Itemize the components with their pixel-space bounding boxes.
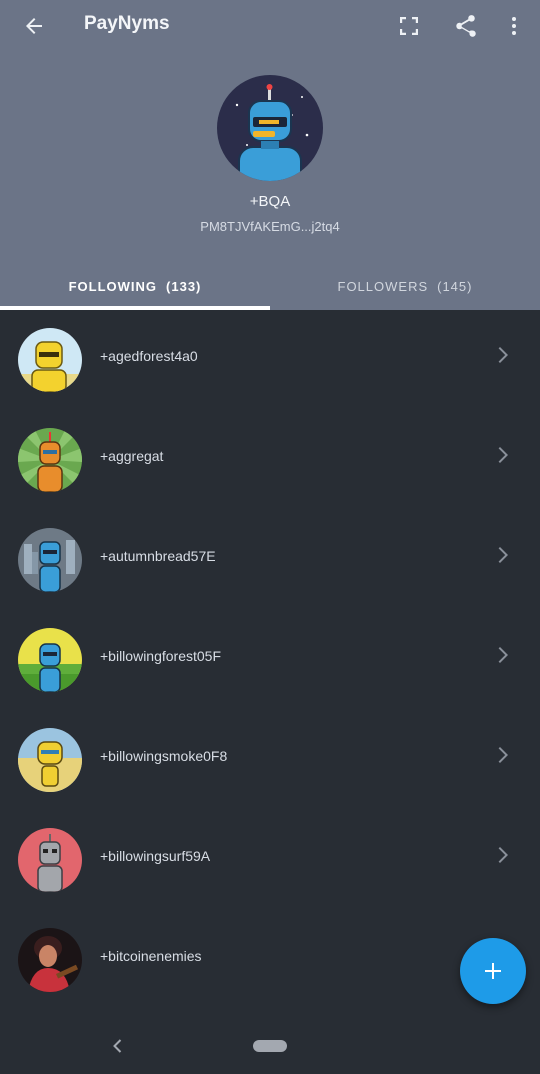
- avatar: [18, 628, 82, 692]
- tab-bar: FOLLOWING (133) FOLLOWERS (145): [0, 262, 540, 310]
- chevron-right-icon: [498, 747, 508, 763]
- fullscreen-icon: [400, 17, 418, 35]
- avatar: [18, 928, 82, 992]
- more-options-button[interactable]: [498, 10, 530, 42]
- paynym-list: +agedforest4a0 +aggregat +autumnbread57E…: [0, 310, 540, 1010]
- payment-code[interactable]: PM8TJVfAKEmG...j2tq4: [0, 219, 540, 234]
- list-item[interactable]: +billowingforest05F: [0, 610, 540, 710]
- chevron-right-icon: [498, 547, 508, 563]
- robot-avatar-icon: [18, 328, 82, 392]
- list-item[interactable]: +aggregat: [0, 410, 540, 510]
- avatar: [18, 328, 82, 392]
- robot-avatar-icon: [18, 528, 82, 592]
- robot-avatar-icon: [18, 728, 82, 792]
- list-item[interactable]: +billowingsmoke0F8: [0, 710, 540, 810]
- paynym-name: +agedforest4a0: [100, 348, 198, 364]
- share-button[interactable]: [449, 10, 481, 42]
- paynym-name: +billowingsmoke0F8: [100, 748, 228, 764]
- avatar: [18, 828, 82, 892]
- avatar: [18, 528, 82, 592]
- list-item[interactable]: +autumnbread57E: [0, 510, 540, 610]
- list-item[interactable]: +bitcoinenemies: [0, 910, 540, 1010]
- robot-avatar-icon: [217, 75, 323, 181]
- plus-icon: [485, 963, 501, 979]
- avatar: [18, 428, 82, 492]
- tab-followers[interactable]: FOLLOWERS (145): [270, 262, 540, 310]
- paynym-name: +billowingsurf59A: [100, 848, 211, 864]
- tab-following-count: (133): [166, 278, 202, 294]
- avatar: [18, 728, 82, 792]
- chevron-right-icon: [498, 347, 508, 363]
- profile-header: PayNyms +BQA PM8TJVfAKEmG...j2tq4 FOLLOW…: [0, 0, 540, 310]
- share-icon: [456, 15, 476, 37]
- person-photo-icon: [18, 928, 82, 992]
- chevron-right-icon: [498, 647, 508, 663]
- tab-followers-label: FOLLOWERS: [337, 278, 429, 294]
- nav-home-pill[interactable]: [253, 1040, 287, 1052]
- paynym-name: +bitcoinenemies: [100, 948, 202, 964]
- system-nav-bar: [0, 1014, 540, 1074]
- back-button[interactable]: [18, 10, 50, 42]
- paynym-name: +aggregat: [100, 448, 164, 464]
- robot-avatar-icon: [18, 628, 82, 692]
- paynym-name: +billowingforest05F: [100, 648, 222, 664]
- chevron-right-icon: [498, 447, 508, 463]
- profile-name: +BQA: [249, 193, 291, 210]
- arrow-left-icon: [26, 18, 42, 34]
- page-title: PayNyms: [84, 13, 170, 34]
- robot-avatar-icon: [18, 428, 82, 492]
- list-item[interactable]: +agedforest4a0: [0, 310, 540, 410]
- list-item[interactable]: +billowingsurf59A: [0, 810, 540, 910]
- app-bar: PayNyms: [0, 0, 540, 52]
- add-paynym-button[interactable]: [460, 938, 526, 1004]
- robot-avatar-icon: [18, 828, 82, 892]
- chevron-right-icon: [498, 847, 508, 863]
- tab-following-label: FOLLOWING: [68, 278, 158, 294]
- scan-fullscreen-button[interactable]: [393, 10, 425, 42]
- nav-back-icon[interactable]: [108, 1036, 128, 1056]
- paynym-name: +autumnbread57E: [100, 548, 216, 564]
- more-vert-icon: [512, 17, 516, 35]
- tab-followers-count: (145): [437, 278, 473, 294]
- tab-following[interactable]: FOLLOWING (133): [0, 262, 270, 310]
- profile-avatar[interactable]: [217, 75, 323, 181]
